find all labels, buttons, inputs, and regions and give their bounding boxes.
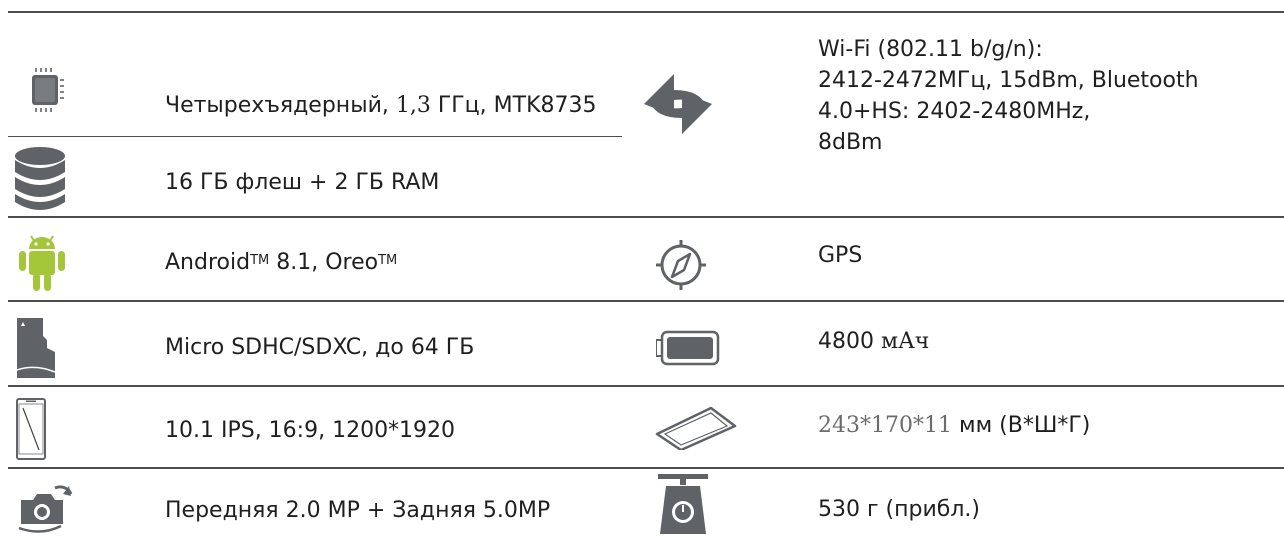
spec-sheet: { "specs_left": { "processor": {"icon": … (0, 0, 1284, 534)
gps-spec: GPS (818, 243, 863, 268)
compass-icon (656, 240, 706, 294)
phone-display-icon (16, 398, 46, 464)
row-rule (8, 467, 1284, 469)
memory-card-spec: Micro SDHC/SDXC, до 64 ГБ (165, 335, 475, 360)
row-rule (8, 300, 1284, 302)
processor-rule (8, 136, 622, 137)
display-spec: 10.1 IPS, 16:9, 1200*1920 (165, 418, 456, 443)
row-rule (8, 216, 1284, 218)
sync-arrows-icon (636, 72, 720, 140)
battery-icon (655, 330, 720, 370)
processor-spec: Четырехъядерный, 1,3 ГГц, MTK8735 (165, 93, 597, 118)
row-rule (8, 385, 1284, 387)
connectivity-spec: Wi-Fi (802.11 b/g/n): 2412-2472МГц, 15dB… (818, 37, 1199, 155)
battery-spec: 4800 мАч (818, 329, 930, 354)
storage-spec: 16 ГБ флеш + 2 ГБ RAM (165, 170, 440, 195)
storage-stack-icon (14, 146, 66, 216)
weight-spec: 530 г (прибл.) (818, 497, 980, 522)
camera-spec: Передняя 2.0 MP + Задняя 5.0MP (165, 498, 551, 523)
sd-card-icon (16, 318, 59, 382)
android-icon (17, 233, 67, 297)
os-spec: AndroidTM 8.1, OreoTM (165, 250, 398, 275)
tablet-slab-icon (655, 406, 737, 454)
cpu-chip-icon (26, 68, 66, 116)
camera-rotate-icon (17, 474, 73, 538)
dimensions-spec: 243*170*11 мм (В*Ш*Г) (818, 413, 1091, 438)
weight-scale-icon (658, 474, 708, 538)
top-rule (8, 11, 1284, 13)
